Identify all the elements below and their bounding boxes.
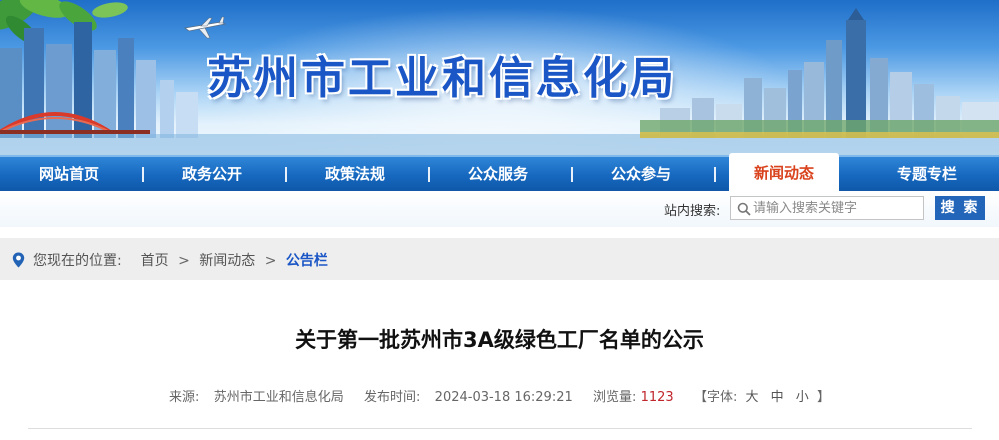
article-title: 关于第一批苏州市3A级绿色工厂名单的公示 (295, 328, 704, 352)
views-count: 1123 (640, 390, 674, 405)
nav-separator (285, 167, 287, 182)
nav-item-policies[interactable]: 政策法规 (300, 157, 410, 191)
leaves-decoration (0, 0, 128, 45)
font-size-bracket-open: 【字体: (693, 390, 738, 405)
breadcrumb-news[interactable]: 新闻动态 (199, 250, 255, 270)
search-bar: 站内搜索: 搜 索 (0, 191, 999, 227)
publish-time-value: 2024-03-18 16:29:21 (434, 390, 573, 405)
font-size-large-button[interactable]: 大 (745, 386, 758, 405)
breadcrumb-separator: > (178, 253, 190, 269)
right-skyline (640, 8, 999, 138)
nav-item-public-services[interactable]: 公众服务 (443, 157, 553, 191)
airplane-icon (184, 16, 227, 39)
content-divider (28, 428, 972, 429)
source-label: 来源: (169, 390, 200, 405)
search-button[interactable]: 搜 索 (935, 196, 985, 220)
search-label: 站内搜索: (664, 204, 721, 219)
breadcrumb: 您现在的位置: 首页 > 新闻动态 > 公告栏 (0, 238, 999, 280)
location-pin-icon (12, 252, 25, 268)
nav-item-special-topics[interactable]: 专题专栏 (872, 157, 982, 191)
font-size-bracket-close: 】 (816, 390, 830, 405)
nav-item-home[interactable]: 网站首页 (14, 157, 124, 191)
nav-separator (714, 167, 716, 182)
search-icon (737, 202, 751, 216)
publish-time-label: 发布时间: (364, 390, 421, 405)
breadcrumb-trail: 您现在的位置: 首页 > 新闻动态 > 公告栏 (33, 250, 328, 270)
article-meta: 来源: 苏州市工业和信息化局 发布时间: 2024-03-18 16:29:21… (0, 386, 999, 405)
views-label: 浏览量: (593, 390, 637, 405)
breadcrumb-home[interactable]: 首页 (141, 250, 169, 270)
breadcrumb-prefix: 您现在的位置: (33, 253, 122, 269)
font-size-medium-button[interactable]: 中 (771, 386, 784, 405)
nav-item-public-participation[interactable]: 公众参与 (586, 157, 696, 191)
header-banner: 苏州市工业和信息化局 (0, 0, 999, 158)
breadcrumb-current[interactable]: 公告栏 (286, 250, 328, 270)
main-nav: 网站首页 政务公开 政策法规 公众服务 公众参与 新闻动态 专题专栏 (0, 153, 999, 191)
nav-separator (142, 167, 144, 182)
nav-item-news[interactable]: 新闻动态 (729, 153, 839, 191)
search-input[interactable] (753, 197, 921, 219)
nav-separator (428, 167, 430, 182)
search-box[interactable] (730, 196, 924, 220)
font-size-small-button[interactable]: 小 (796, 386, 809, 405)
site-title: 苏州市工业和信息化局 (207, 53, 677, 104)
breadcrumb-separator: > (264, 253, 277, 269)
nav-separator (571, 167, 573, 182)
source-value: 苏州市工业和信息化局 (213, 390, 344, 405)
nav-item-government-affairs[interactable]: 政务公开 (157, 157, 267, 191)
